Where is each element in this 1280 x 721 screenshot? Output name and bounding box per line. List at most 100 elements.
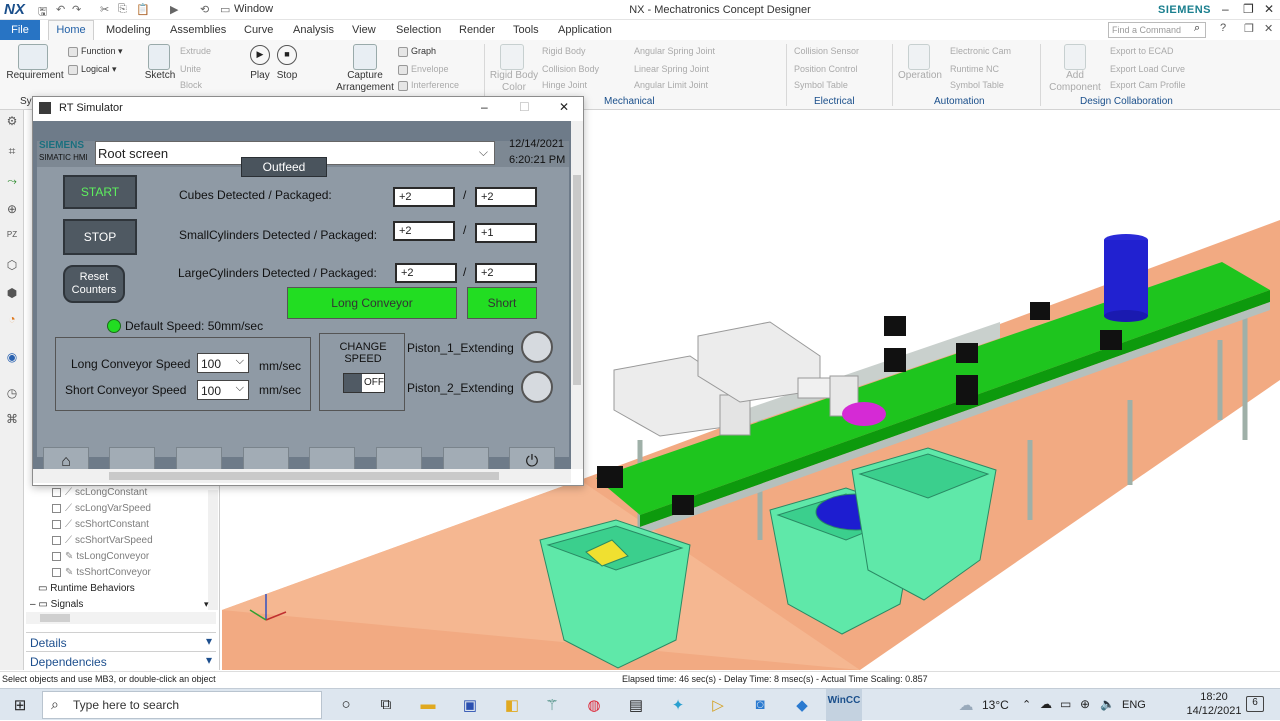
rt-vscrollbar[interactable] [571,121,583,469]
symbol-table-2-button[interactable]: Symbol Table [950,80,1004,90]
large-detected-field[interactable]: +2 [395,263,457,283]
electronic-cam-button[interactable]: Electronic Cam [950,46,1011,56]
details-panel-header[interactable]: Details ▾ [26,632,216,650]
tab-application[interactable]: Application [558,20,612,40]
sketch-button[interactable]: Sketch [142,70,178,81]
export-ecad-button[interactable]: Export to ECAD [1110,46,1174,56]
tree-group-signals[interactable]: – ▭ Signals [30,599,83,610]
tab-analysis[interactable]: Analysis [293,20,334,40]
angular-spring-joint-button[interactable]: Angular Spring Joint [634,46,715,56]
capture-arrangement-button[interactable]: Capture Arrangement [334,70,396,94]
tab-tools[interactable]: Tools [513,20,539,40]
tree-item[interactable]: ⟋ scShortConstant [52,519,149,530]
cubes-detected-field[interactable]: +2 [393,187,455,207]
notes-app-icon[interactable]: ◧ [502,696,522,714]
zoom-icon[interactable]: ◙ [750,696,770,713]
dependencies-panel-header[interactable]: Dependencies ▾ [26,651,216,669]
physics-navigator-icon[interactable]: ⤳ [4,174,20,190]
requirement-button[interactable]: Requirement [6,70,64,81]
rigid-body-button[interactable]: Rigid Body [542,46,586,56]
notification-icon[interactable]: 6 [1246,696,1264,712]
tab-render[interactable]: Render [459,20,495,40]
tia-portal-icon[interactable]: ▷ [708,696,728,714]
tab-home[interactable]: Home [48,20,94,40]
undo-icon[interactable]: ↶ [56,3,65,16]
collision-sensor-button[interactable]: Collision Sensor [794,46,859,56]
repeat-icon[interactable]: ⟲ [200,3,209,16]
restore-doc-icon[interactable]: ❐ [1244,22,1254,35]
tab-curve[interactable]: Curve [244,20,273,40]
app-icon[interactable]: ⚚ [542,696,562,714]
history-icon[interactable]: ◔ [4,312,20,328]
tree-item[interactable]: ✎ tsLongConveyor [52,551,149,562]
minimize-button[interactable]: – [481,100,488,114]
help-icon[interactable]: ? [1220,22,1226,34]
web-icon[interactable]: ◉ [4,350,20,366]
save-app-icon[interactable]: ▣ [460,696,480,714]
change-speed-toggle[interactable]: OFF [343,373,385,393]
clock-time[interactable]: 18:20 [1190,691,1238,703]
restore-button[interactable]: ❐ [1243,2,1254,16]
battery-icon[interactable]: ▭ [1060,697,1071,711]
tab-modeling[interactable]: Modeling [106,20,151,40]
tray-cloud-icon[interactable]: ☁ [1040,697,1052,711]
minimize-button[interactable]: – [1222,2,1229,16]
tab-assemblies[interactable]: Assemblies [170,20,226,40]
copy-icon[interactable]: ⎘ [118,3,127,16]
pz-icon[interactable]: PZ [4,230,20,246]
scroll-down-icon[interactable]: ▾ [204,599,209,610]
operation-button[interactable]: Operation [896,70,944,81]
clock-icon[interactable]: ◷ [4,386,20,402]
maximize-button[interactable]: ☐ [519,100,530,114]
tree-item[interactable]: ⟋ scLongVarSpeed [52,503,151,514]
block-button[interactable]: Block [180,80,202,90]
cubes-packaged-field[interactable]: +2 [475,187,537,207]
tree-item[interactable]: ⟋ scLongConstant [52,487,147,498]
long-speed-select[interactable]: 100 ⌵ [197,353,249,373]
monitor-app-icon[interactable]: ▤ [626,696,646,714]
tree-group-runtime-behaviors[interactable]: ▭ Runtime Behaviors [38,583,135,594]
angular-limit-joint-button[interactable]: Angular Limit Joint [634,80,708,90]
close-doc-icon[interactable]: ✕ [1264,22,1273,35]
tab-view[interactable]: View [352,20,376,40]
cut-icon[interactable]: ✂ [100,3,109,16]
settings-icon[interactable]: ⚙ [4,114,20,130]
clock-date[interactable]: 14/12/2021 [1180,705,1248,717]
export-cam-profile-button[interactable]: Export Cam Profile [1110,80,1186,90]
rigid-body-color-button[interactable]: Rigid Body Color [488,70,540,94]
file-tab[interactable]: File [0,20,40,40]
stop-button[interactable]: Stop [273,70,301,81]
large-packaged-field[interactable]: +2 [475,263,537,283]
stop-button[interactable]: STOP [63,219,137,255]
command-search-input[interactable]: Find a Command [1108,22,1206,38]
close-button[interactable]: ✕ [1264,2,1274,16]
extrude-button[interactable]: Extrude [180,46,211,56]
unite-button[interactable]: Unite [180,64,201,74]
start-button[interactable]: START [63,175,137,209]
collision-body-button[interactable]: Collision Body [542,64,599,74]
sequence-icon[interactable]: ⊕ [4,202,20,218]
language-indicator[interactable]: ENG [1122,699,1146,711]
nav-hscrollbar[interactable] [26,612,216,624]
hinge-joint-button[interactable]: Hinge Joint [542,80,587,90]
position-control-button[interactable]: Position Control [794,64,858,74]
tree-item[interactable]: ✎ tsShortConveyor [52,567,151,578]
cortana-icon[interactable]: ○ [336,696,356,713]
export-load-curve-button[interactable]: Export Load Curve [1110,64,1185,74]
play-qa-icon[interactable]: ▶ [170,3,178,16]
winccrt-taskbar-icon[interactable]: WinCC [826,689,862,721]
window-menu[interactable]: Window [234,3,273,15]
graph-button[interactable]: Graph [398,46,436,57]
volume-icon[interactable]: 🔈 [1100,697,1115,711]
nav-scrollbar[interactable] [208,490,218,610]
play-button[interactable]: Play [246,70,274,81]
small-packaged-field[interactable]: +1 [475,223,537,243]
linear-spring-joint-button[interactable]: Linear Spring Joint [634,64,709,74]
close-button[interactable]: ✕ [559,100,569,114]
search-icon[interactable]: ⌕ [1194,22,1200,35]
rt-hscrollbar[interactable] [33,469,571,483]
small-detected-field[interactable]: +2 [393,221,455,241]
symbol-table-button[interactable]: Symbol Table [794,80,848,90]
part-icon[interactable]: ⬡ [4,258,20,274]
roles-icon[interactable]: ⌘ [4,412,20,428]
